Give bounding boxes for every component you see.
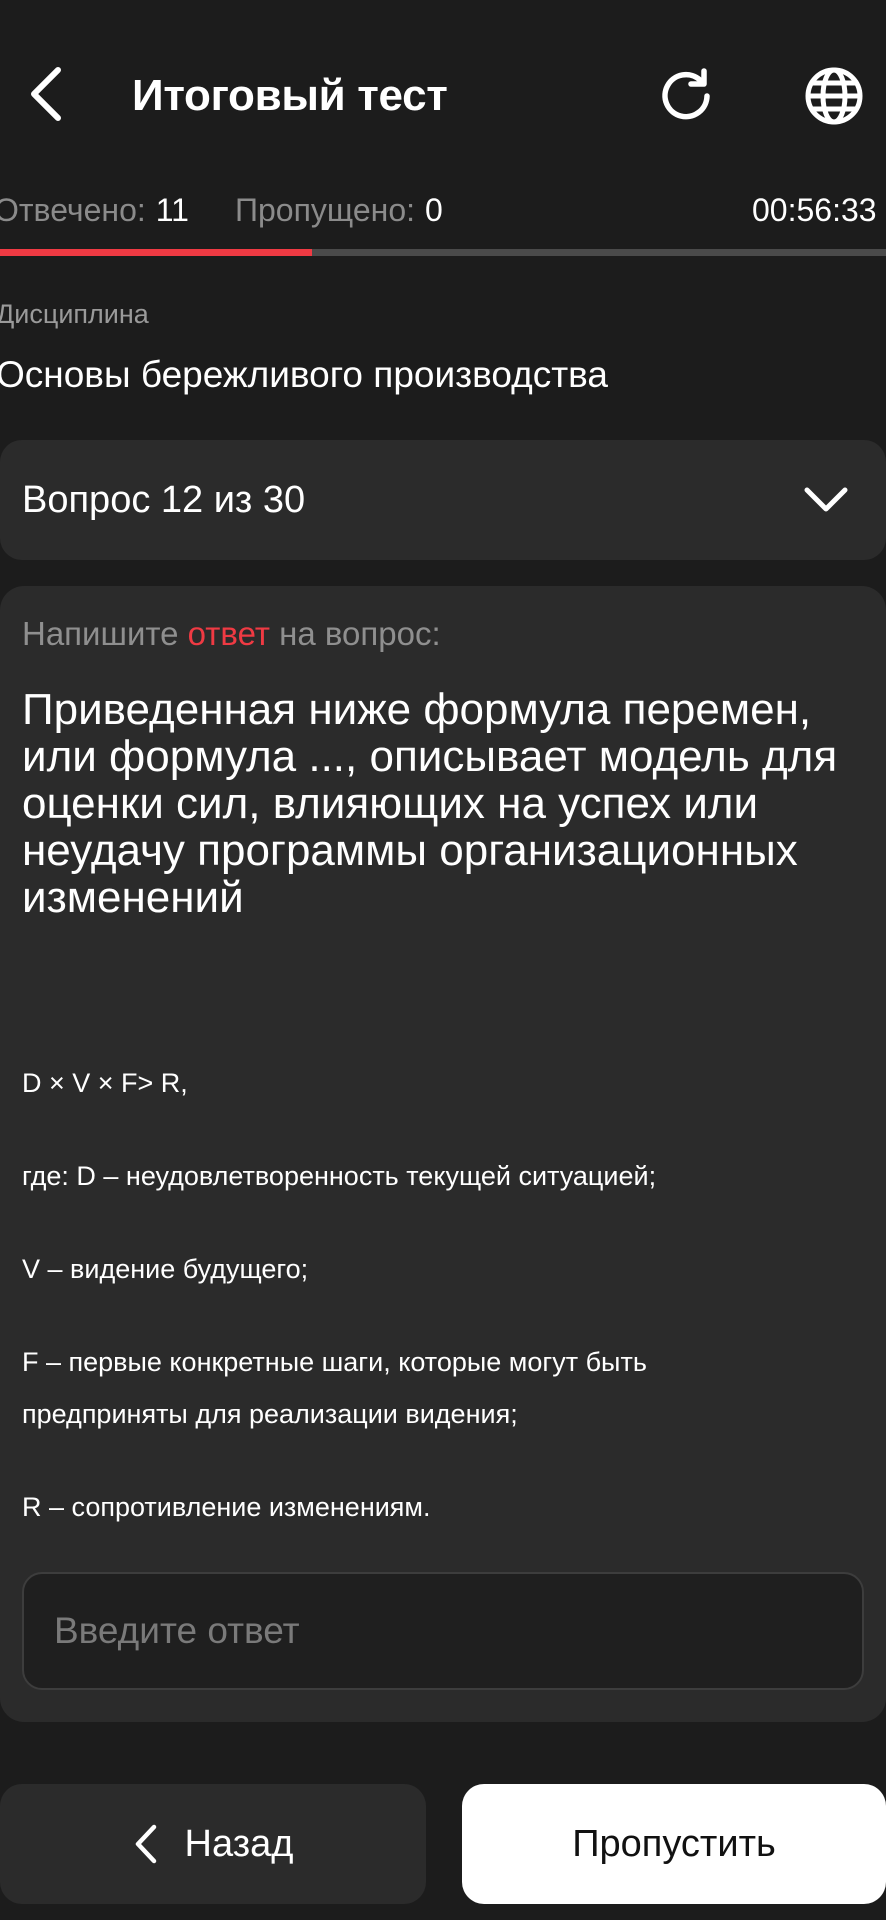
skipped-label: Пропущено: bbox=[234, 192, 416, 228]
refresh-icon bbox=[662, 68, 710, 120]
refresh-button[interactable] bbox=[650, 60, 722, 132]
skipped-count: 0 bbox=[425, 192, 443, 228]
globe-icon bbox=[805, 67, 863, 125]
definition-line-r: R – сопротивление изменениям. bbox=[22, 1492, 431, 1522]
prompt-accent: ответ bbox=[187, 615, 270, 652]
answered-label: Отвечено: bbox=[0, 192, 146, 228]
skip-button[interactable]: Пропустить bbox=[462, 1784, 886, 1904]
formula-line: D × V × F> R, bbox=[22, 1068, 188, 1098]
progress-bar-fill bbox=[0, 249, 312, 256]
page-title: Итоговый тест bbox=[132, 71, 448, 120]
chevron-left-icon bbox=[31, 67, 61, 121]
answer-stats: Отвечено: 11 Пропущено: 0 bbox=[0, 188, 443, 232]
definition-line-f-cont: предприняты для реализации видения; bbox=[22, 1399, 518, 1429]
question-number: Вопрос 12 из 30 bbox=[22, 478, 306, 521]
back-button[interactable] bbox=[14, 56, 78, 132]
definition-line-f: F – первые конкретные шаги, которые могу… bbox=[22, 1347, 647, 1377]
question-prompt: Напишите ответ на вопрос: bbox=[22, 615, 441, 652]
answered-count: 11 bbox=[155, 192, 189, 228]
discipline-label: Дисциплина bbox=[0, 299, 149, 329]
chevron-left-icon bbox=[135, 1824, 156, 1864]
timer: 00:56:33 bbox=[752, 192, 877, 228]
question-text: Приведенная ниже формула перемен, или фо… bbox=[22, 685, 838, 922]
definition-line-d: где: D – неудовлетворенность текущей сит… bbox=[22, 1161, 657, 1191]
previous-button[interactable]: Назад bbox=[0, 1784, 426, 1904]
definition-line-v: V – видение будущего; bbox=[22, 1254, 309, 1284]
skip-button-label: Пропустить bbox=[572, 1822, 776, 1865]
answer-input[interactable] bbox=[22, 1572, 864, 1690]
chevron-down-icon bbox=[796, 470, 856, 530]
discipline-name: Основы бережливого производства bbox=[0, 354, 608, 395]
previous-button-label: Назад bbox=[184, 1822, 294, 1865]
language-button[interactable] bbox=[798, 60, 870, 132]
progress-bar bbox=[0, 249, 886, 256]
question-selector[interactable]: Вопрос 12 из 30 bbox=[0, 440, 886, 560]
